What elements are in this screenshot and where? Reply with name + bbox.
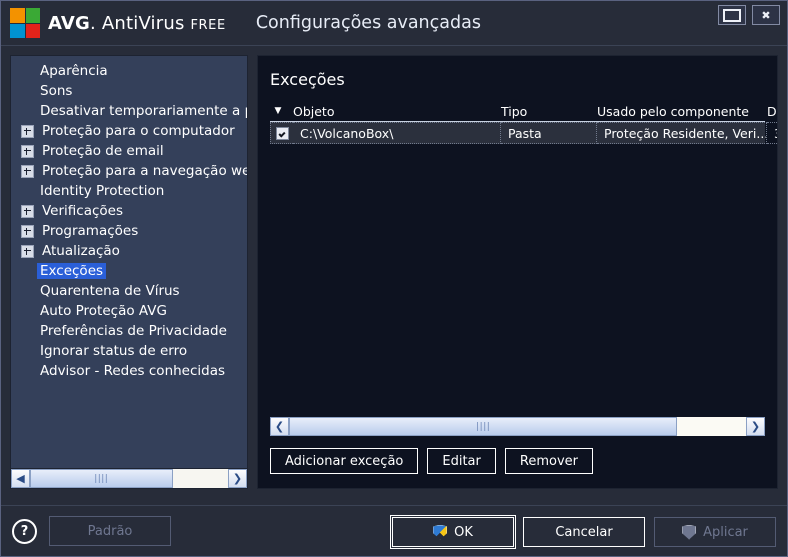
scroll-right-icon[interactable]: ❯ [228,469,247,488]
cell-objeto: C:\VolcanoBox\ [293,122,501,144]
restore-icon[interactable] [718,5,746,25]
table-scroll-track[interactable]: |||| [289,417,746,436]
sidebar-item-0[interactable]: Aparência [11,61,247,81]
sidebar-item-3[interactable]: Proteção para o computador [11,121,247,141]
default-button[interactable]: Padrão [49,516,171,546]
table-scroll-right-icon[interactable]: ❯ [746,417,765,436]
sidebar-item-label: Verificações [42,203,124,219]
sidebar-scroll-track[interactable]: |||| [30,469,228,488]
sidebar-item-5[interactable]: Proteção para a navegação web [11,161,247,181]
sidebar-item-label: Programações [42,223,139,239]
table-body: C:\VolcanoBox\ Pasta Proteção Residente, V… [270,122,777,144]
sidebar-item-label: Preferências de Privacidade [40,323,227,339]
sidebar-item-label: Sons [40,83,73,99]
sort-caret-icon[interactable]: ▼ [270,106,286,116]
close-icon[interactable]: ✖ [752,5,780,25]
brand-label: AVG. AntiVirus FREE [48,13,226,34]
scroll-grip: |||| [94,473,109,484]
title-bar: AVG. AntiVirus FREE Configurações avança… [1,1,787,46]
expand-icon[interactable] [21,124,34,138]
edit-button[interactable]: Editar [427,448,496,474]
sidebar-item-6[interactable]: Identity Protection [11,181,247,201]
help-icon[interactable]: ? [12,518,37,544]
settings-tree[interactable]: Aparência Sons Desativar temporariamente a… [11,56,247,468]
cell-componente: Proteção Residente, Veri... [597,122,767,144]
sidebar-item-label: Aparência [40,63,108,79]
sidebar-scroll-thumb[interactable]: |||| [30,469,173,488]
window-controls: ✖ [718,5,780,25]
sidebar-item-2[interactable]: Desativar temporariamente a proteç [11,101,247,121]
sidebar-item-9[interactable]: Atualização [11,241,247,261]
exception-actions: Adicionar exceção Editar Remover [270,448,765,488]
sidebar-item-11[interactable]: Quarentena de Vírus [11,281,247,301]
page-title: Configurações avançadas [255,13,481,33]
brand-free-text: FREE [190,17,226,33]
dialog-footer: ? Padrão OK Cancelar Aplicar [1,505,787,556]
apply-button-label: Aplicar [703,524,748,540]
scroll-left-icon[interactable]: ◀ [11,469,30,488]
advanced-settings-dialog: AVG. AntiVirus FREE Configurações avança… [0,0,788,557]
column-header-tipo[interactable]: Tipo [494,104,590,119]
expand-icon[interactable] [21,244,34,258]
table-scroll-left-icon[interactable]: ❮ [270,417,289,436]
sidebar-item-10[interactable]: Exceções [11,261,247,281]
ok-button[interactable]: OK [390,515,516,549]
avg-logo-icon [10,8,40,38]
sidebar-item-label: Quarentena de Vírus [40,283,180,299]
apply-button[interactable]: Aplicar [654,517,776,547]
row-checkbox-cell[interactable] [270,122,293,144]
table-header-row: ▼ Objeto Tipo Usado pelo componente Da [270,101,777,122]
remove-button[interactable]: Remover [504,448,593,474]
settings-sidebar: Aparência Sons Desativar temporariamente a… [10,55,248,489]
add-exception-button[interactable]: Adicionar exceção [270,448,419,474]
column-header-componente[interactable]: Usado pelo componente [590,104,760,119]
sidebar-item-label: Proteção para a navegação web [42,163,247,179]
brand-avg-text: AVG [48,12,91,34]
brand-antivirus-text: . AntiVirus [90,12,191,34]
sidebar-item-label: Advisor - Redes conhecidas [40,363,226,379]
ok-button-label: OK [454,524,473,540]
cancel-button[interactable]: Cancelar [523,517,645,547]
table-scroll-grip: |||| [476,421,491,432]
sidebar-item-14[interactable]: Ignorar status de erro [11,341,247,361]
sidebar-item-label: Ignorar status de erro [40,343,188,359]
dialog-body: Aparência Sons Desativar temporariamente a… [1,46,787,505]
table-horizontal-scrollbar[interactable]: ❮ |||| ❯ [270,417,765,436]
shield-icon-disabled [682,524,697,540]
sidebar-item-8[interactable]: Programações [11,221,247,241]
sidebar-item-label: Exceções [37,263,107,279]
sidebar-item-label: Proteção de email [42,143,164,159]
panel-title: Exceções [270,70,345,89]
footer-actions: OK Cancelar Aplicar [390,515,776,549]
cell-data: 30, [767,122,777,144]
exceptions-table: ▼ Objeto Tipo Usado pelo componente Da C… [270,101,777,144]
table-row[interactable]: C:\VolcanoBox\ Pasta Proteção Residente, V… [270,122,777,144]
sidebar-item-13[interactable]: Preferências de Privacidade [11,321,247,341]
exceptions-panel: Exceções ▼ Objeto Tipo Usado pelo compon… [257,55,778,489]
cancel-button-label: Cancelar [555,524,613,540]
sidebar-item-label: Desativar temporariamente a proteç [40,103,247,119]
sidebar-item-4[interactable]: Proteção de email [11,141,247,161]
sidebar-horizontal-scrollbar[interactable]: ◀ |||| ❯ [11,468,247,488]
shield-icon [433,524,448,540]
cell-tipo: Pasta [501,122,597,144]
column-header-data[interactable]: Da [760,104,777,119]
sidebar-item-1[interactable]: Sons [11,81,247,101]
sidebar-item-12[interactable]: Auto Proteção AVG [11,301,247,321]
column-header-objeto[interactable]: Objeto [286,104,494,119]
sidebar-item-label: Proteção para o computador [42,123,235,139]
row-checkbox[interactable] [275,126,289,140]
sidebar-item-label: Auto Proteção AVG [40,303,167,319]
sidebar-item-15[interactable]: Advisor - Redes conhecidas [11,361,247,381]
sidebar-item-7[interactable]: Verificações [11,201,247,221]
panel-spacer [270,144,765,417]
expand-icon[interactable] [21,204,34,218]
expand-icon[interactable] [21,224,34,238]
sidebar-item-label: Identity Protection [40,183,165,199]
expand-icon[interactable] [21,164,34,178]
expand-icon[interactable] [21,144,34,158]
sidebar-item-label: Atualização [42,243,120,259]
table-scroll-thumb[interactable]: |||| [289,417,678,436]
